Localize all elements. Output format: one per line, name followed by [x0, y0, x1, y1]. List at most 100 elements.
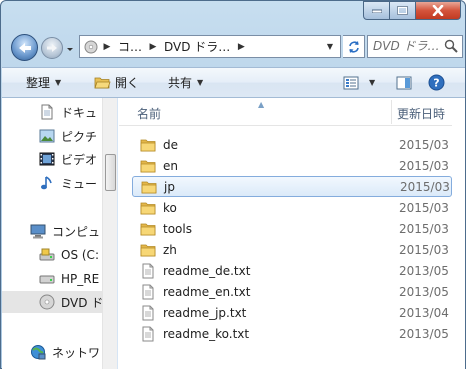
help-button[interactable]: ? — [428, 68, 445, 97]
breadcrumb-separator-icon[interactable]: ▶ — [234, 42, 248, 52]
breadcrumb-computer[interactable]: コ… — [114, 36, 146, 57]
file-list-scrollbar[interactable] — [452, 98, 465, 369]
view-options-dropdown[interactable]: ▼ — [364, 68, 375, 97]
help-icon: ? — [428, 74, 445, 91]
nav-item-music[interactable]: ミュー — [2, 172, 117, 194]
music-icon — [39, 175, 55, 191]
nav-item-label: OS (C: — [61, 248, 99, 262]
file-row[interactable]: readme_ko.txt 2013/05 — [132, 323, 452, 344]
network-icon — [30, 344, 46, 360]
text-file-icon — [140, 305, 156, 321]
nav-item-computer[interactable]: コンピュ — [2, 220, 117, 242]
organize-button[interactable]: 整理 ▼ — [26, 68, 61, 97]
nav-pane-scrollbar[interactable] — [102, 98, 117, 369]
file-date: 2013/05 — [399, 284, 449, 299]
file-date: 2015/03 — [399, 137, 449, 152]
file-name: ko — [163, 200, 177, 215]
text-file-icon — [140, 263, 156, 279]
nav-item-network[interactable]: ネットワ — [2, 341, 117, 363]
nav-item-videos[interactable]: ビデオ — [2, 148, 117, 170]
column-divider[interactable] — [391, 100, 392, 124]
folder-icon — [140, 221, 156, 237]
file-date: 2015/03 — [399, 158, 449, 173]
forward-button[interactable] — [41, 37, 63, 59]
breadcrumb-separator-icon[interactable]: ▶ — [100, 42, 114, 52]
folder-icon — [140, 158, 156, 174]
nav-item-label: ミュー — [61, 176, 98, 191]
search-placeholder: DVD ドラ… — [373, 39, 440, 53]
open-button[interactable]: 開く — [94, 68, 139, 97]
file-name: readme_de.txt — [163, 263, 251, 278]
back-button[interactable] — [11, 34, 38, 61]
nav-item-label: ドキュ — [61, 105, 98, 120]
maximize-icon — [397, 6, 408, 15]
close-icon — [432, 5, 444, 16]
text-file-icon — [140, 284, 156, 300]
sort-ascending-icon: ▲ — [258, 100, 265, 109]
folder-row[interactable]: zh 2015/03 — [132, 239, 452, 260]
file-date: 2015/03 — [399, 221, 449, 236]
nav-item-label: ビデオ — [61, 152, 98, 167]
maximize-button[interactable] — [390, 1, 416, 20]
chevron-down-icon: ▼ — [197, 78, 204, 87]
address-dropdown-button[interactable]: ▼ — [322, 36, 338, 57]
file-list: ▲ 名前 更新日時 de 2015/03 en 2015/03 jp 2015/03 ko 2… — [119, 98, 465, 369]
close-button[interactable] — [416, 1, 461, 20]
file-date: 2013/04 — [399, 305, 449, 320]
search-input[interactable]: DVD ドラ… — [367, 35, 463, 58]
preview-pane-button[interactable] — [396, 68, 412, 97]
open-label: 開く — [115, 76, 140, 90]
file-name: readme_ko.txt — [163, 326, 250, 341]
search-icon — [444, 39, 458, 53]
address-bar[interactable]: ▶ コ… ▶ DVD ドラ… ▶ ▼ — [79, 35, 341, 58]
drive-icon — [39, 271, 55, 287]
share-label: 共有 — [168, 76, 193, 90]
nav-item-documents[interactable]: ドキュ — [2, 101, 117, 123]
file-name: en — [163, 158, 178, 173]
folder-row[interactable]: tools 2015/03 — [132, 218, 452, 239]
file-name: tools — [163, 221, 192, 236]
file-date: 2015/03 — [399, 242, 449, 257]
nav-item-pictures[interactable]: ピクチ — [2, 125, 117, 147]
folder-row[interactable]: en 2015/03 — [132, 155, 452, 176]
document-icon — [39, 104, 55, 120]
navigation-bar: ▶ コ… ▶ DVD ドラ… ▶ ▼ DVD ドラ… — [9, 30, 465, 66]
scrollbar-thumb[interactable] — [105, 154, 116, 191]
file-date: 2015/03 — [400, 179, 450, 194]
change-view-button[interactable] — [343, 68, 359, 97]
caption-buttons — [363, 1, 461, 21]
refresh-button[interactable] — [343, 35, 365, 58]
file-list-header: ▲ 名前 更新日時 — [119, 98, 465, 126]
column-header-date[interactable]: 更新日時 — [397, 105, 445, 122]
file-name: de — [163, 137, 178, 152]
folder-row[interactable]: de 2015/03 — [132, 134, 452, 155]
breadcrumb-separator-icon[interactable]: ▶ — [146, 42, 160, 52]
drive-icon-address — [80, 36, 100, 57]
file-row[interactable]: readme_en.txt 2013/05 — [132, 281, 452, 302]
recent-pages-dropdown[interactable] — [66, 43, 74, 53]
arrow-right-icon — [47, 44, 57, 52]
file-name: jp — [164, 179, 175, 194]
breadcrumb-dvd-drive[interactable]: DVD ドラ… — [160, 36, 234, 57]
refresh-icon — [348, 40, 359, 53]
minimize-button[interactable] — [363, 1, 390, 20]
dvd-icon — [39, 294, 55, 310]
file-date: 2015/03 — [399, 200, 449, 215]
file-row[interactable]: readme_jp.txt 2013/04 — [132, 302, 452, 323]
folder-icon — [141, 179, 157, 195]
nav-item-dvd-drive[interactable]: DVD ド — [2, 291, 117, 313]
nav-item-label: ピクチ — [61, 129, 98, 144]
column-header-name[interactable]: 名前 — [137, 105, 161, 122]
nav-item-drive-c[interactable]: OS (C: — [2, 244, 117, 266]
share-button[interactable]: 共有 ▼ — [168, 68, 203, 97]
folder-row[interactable]: ko 2015/03 — [132, 197, 452, 218]
chevron-down-icon: ▼ — [369, 78, 376, 87]
file-row[interactable]: readme_de.txt 2013/05 — [132, 260, 452, 281]
minimize-icon — [371, 9, 382, 13]
nav-item-label: DVD ド — [61, 295, 104, 310]
nav-item-label: ネットワ — [52, 345, 101, 360]
folder-row[interactable]: jp 2015/03 — [132, 176, 452, 197]
nav-item-label: コンピュ — [52, 224, 101, 239]
nav-item-hp-recovery[interactable]: HP_RE — [2, 268, 117, 290]
folder-icon — [140, 137, 156, 153]
